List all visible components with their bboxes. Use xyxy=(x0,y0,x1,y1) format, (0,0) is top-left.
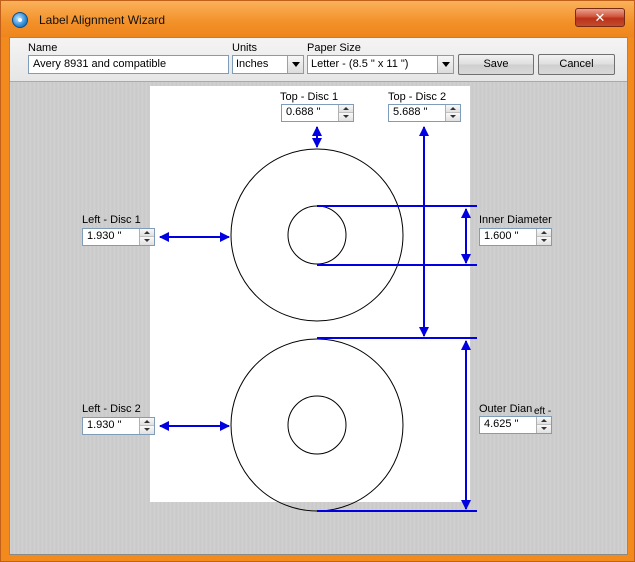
alignment-diagram xyxy=(159,126,477,512)
inner-diameter-spinner[interactable]: 1.600 " xyxy=(479,228,552,246)
spin-up-icon[interactable] xyxy=(140,418,154,426)
top-disc2-label: Top - Disc 2 xyxy=(388,91,447,103)
outer-diameter-value[interactable]: 4.625 " xyxy=(484,418,519,430)
left-disc1-value[interactable]: 1.930 " xyxy=(87,230,122,242)
outer-diameter-spinner[interactable]: 4.625 " xyxy=(479,416,552,434)
label-alignment-wizard-window: Label Alignment Wizard ✕ Name Avery 8931… xyxy=(0,0,635,562)
spin-down-icon[interactable] xyxy=(537,237,551,245)
spin-up-icon[interactable] xyxy=(339,105,353,113)
spin-up-icon[interactable] xyxy=(537,229,551,237)
top-disc2-value[interactable]: 5.688 " xyxy=(393,106,428,118)
spin-down-icon[interactable] xyxy=(446,113,460,121)
left-disc1-label: Left - Disc 1 xyxy=(82,214,141,226)
inner-diameter-label: Inner Diameter xyxy=(479,214,552,226)
top-disc1-value[interactable]: 0.688 " xyxy=(286,106,321,118)
spin-up-icon[interactable] xyxy=(537,417,551,425)
top-disc1-spinner[interactable]: 0.688 " xyxy=(281,104,354,122)
spin-down-icon[interactable] xyxy=(537,425,551,433)
disc2-inner-circle xyxy=(287,395,347,455)
left-disc1-spinner[interactable]: 1.930 " xyxy=(82,228,155,246)
spinner-buttons xyxy=(536,417,551,433)
spinner-buttons xyxy=(536,229,551,245)
disc1-outer-circle xyxy=(230,148,404,322)
top-disc1-label: Top - Disc 1 xyxy=(280,91,339,103)
spin-down-icon[interactable] xyxy=(339,113,353,121)
disc2-outer-circle xyxy=(230,338,404,512)
spin-down-icon[interactable] xyxy=(140,426,154,434)
inner-diameter-value[interactable]: 1.600 " xyxy=(484,230,519,242)
outer-diameter-label: Outer Dian xyxy=(479,403,533,415)
left-disc2-label: Left - Disc 2 xyxy=(82,403,141,415)
top-disc2-spinner[interactable]: 5.688 " xyxy=(388,104,461,122)
spinner-buttons xyxy=(139,229,154,245)
disc1-inner-circle xyxy=(287,205,347,265)
spinner-buttons xyxy=(139,418,154,434)
spinner-buttons xyxy=(338,105,353,121)
spinner-buttons xyxy=(445,105,460,121)
spin-up-icon[interactable] xyxy=(446,105,460,113)
left-disc2-spinner[interactable]: 1.930 " xyxy=(82,417,155,435)
spin-up-icon[interactable] xyxy=(140,229,154,237)
spin-down-icon[interactable] xyxy=(140,237,154,245)
left-disc2-value[interactable]: 1.930 " xyxy=(87,419,122,431)
